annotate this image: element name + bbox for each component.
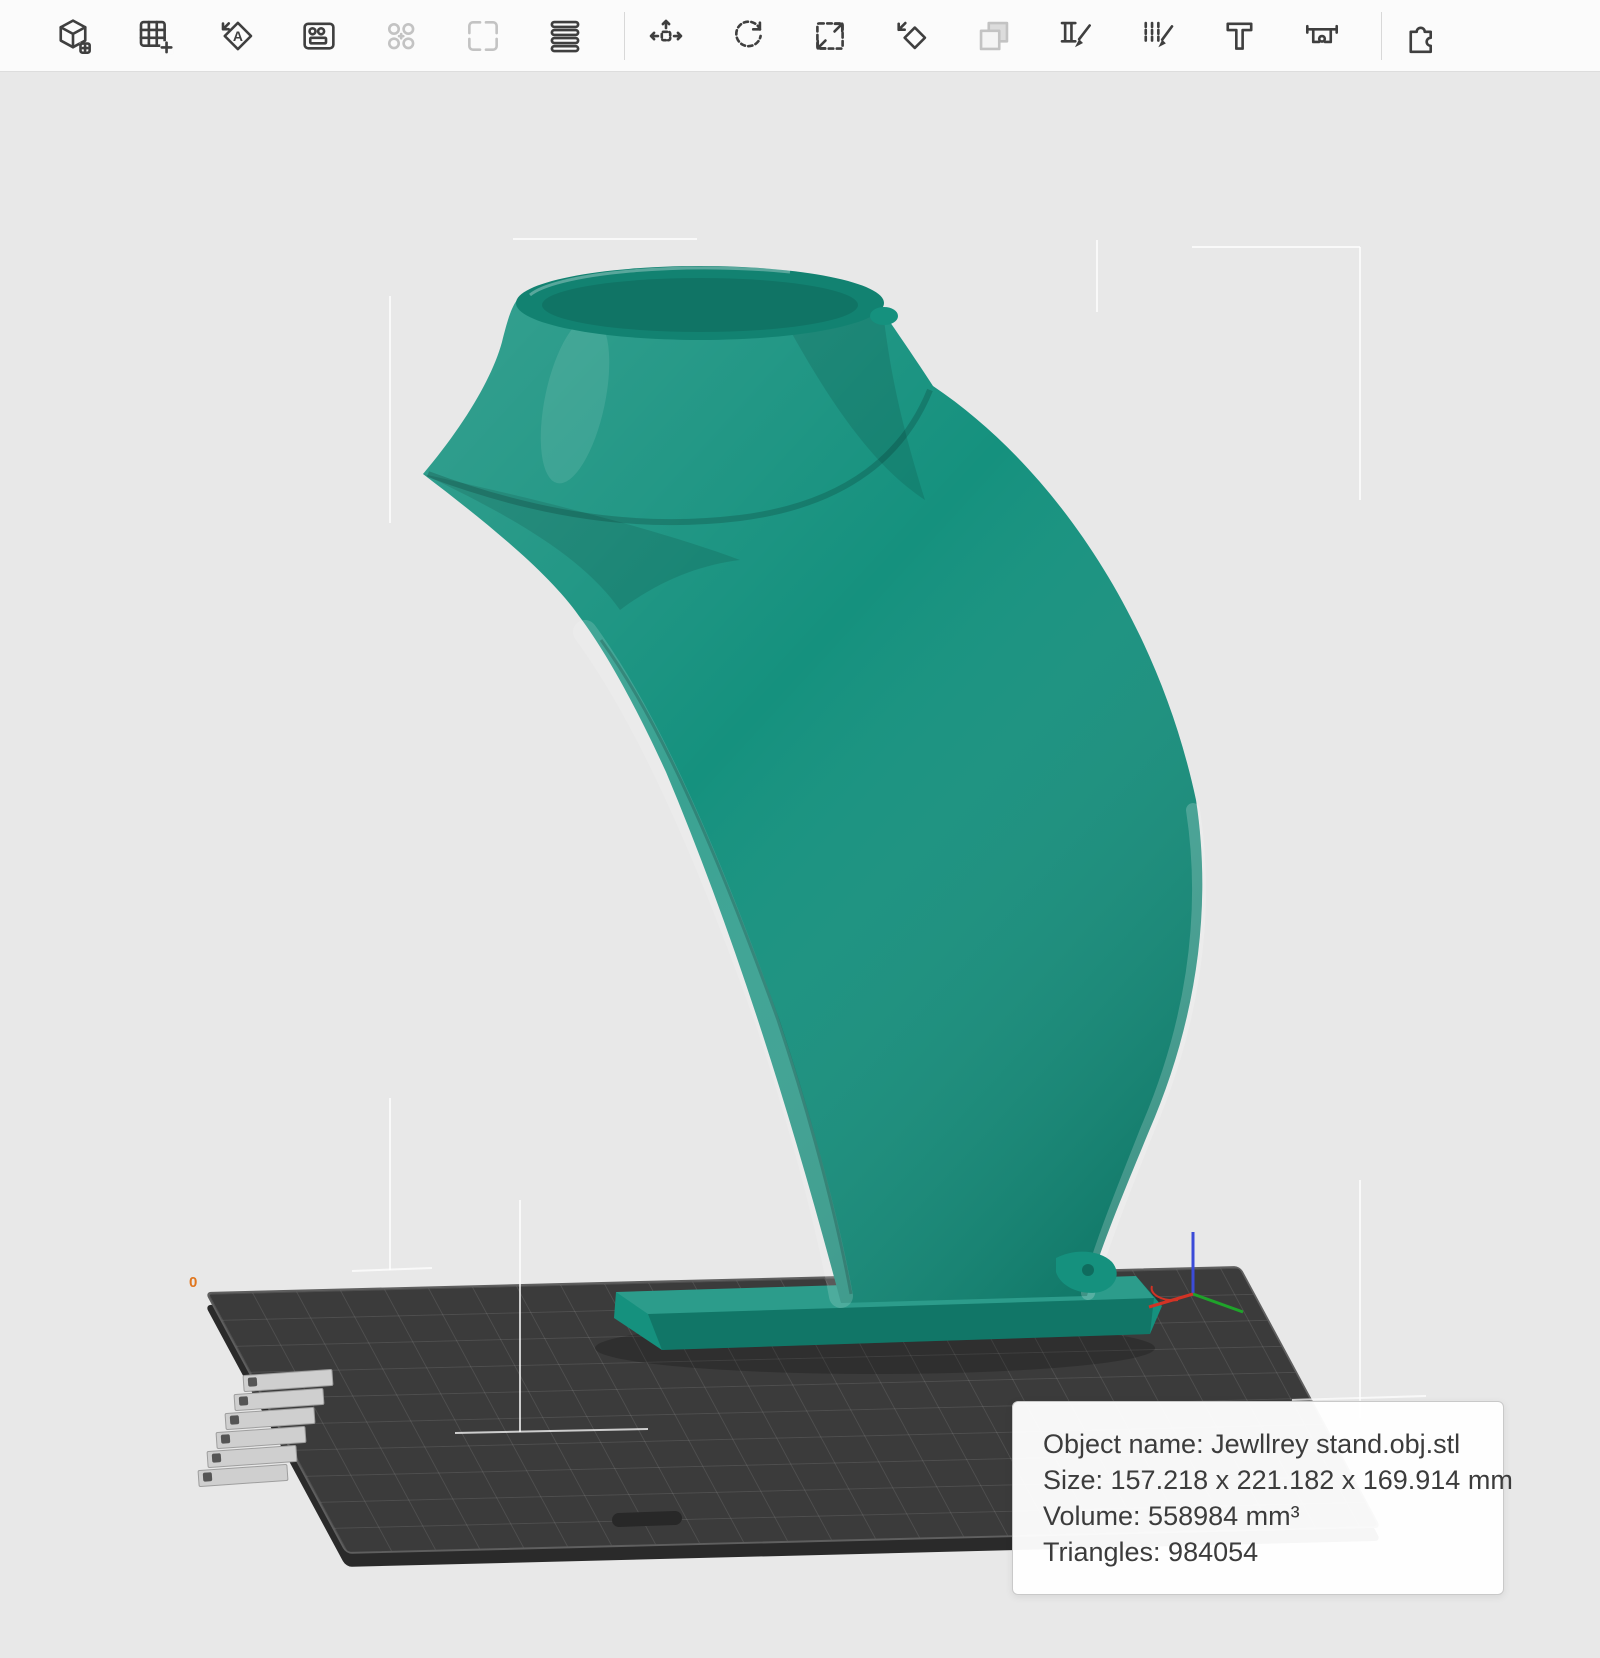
move-icon [649, 19, 683, 42]
layers-button[interactable] [542, 13, 588, 59]
split-button[interactable] [460, 13, 506, 59]
object-volume-line: Volume: 558984 mm³ [1043, 1501, 1300, 1531]
layout-button[interactable] [296, 13, 342, 59]
support-paint-icon [1144, 21, 1174, 47]
rotate-icon [734, 19, 762, 47]
plate-handle [611, 1510, 683, 1528]
split-icon [468, 20, 498, 51]
assembly-button[interactable] [1400, 13, 1446, 59]
layers-icon [550, 20, 580, 52]
plate-marker-glyph [211, 1453, 222, 1463]
plate-marker-glyph [238, 1396, 249, 1406]
plate-marker-glyph [220, 1434, 231, 1444]
add-object-button[interactable] [50, 13, 96, 59]
auto-orient-icon: A [221, 21, 253, 50]
clone-icon [387, 22, 415, 49]
toolbar: A [0, 0, 1600, 72]
color-paint-button[interactable] [1053, 13, 1099, 59]
measure-button[interactable] [1299, 13, 1345, 59]
arrange-grid-icon [139, 20, 174, 54]
object-name-line: Object name: Jewllrey stand.obj.stl [1043, 1429, 1461, 1459]
plate-marker-glyph [229, 1415, 240, 1425]
scale-button[interactable] [807, 13, 853, 59]
seam-icon [1226, 21, 1253, 50]
plate-origin-label: 0 [189, 1274, 198, 1291]
toolbar-separator [624, 11, 625, 60]
clone-button[interactable] [378, 13, 424, 59]
support-paint-button[interactable] [1135, 13, 1181, 59]
plate-marker-glyph [247, 1377, 258, 1387]
paint-brush-icon [1060, 21, 1091, 47]
svg-text:A: A [233, 27, 243, 43]
mirror-icon [897, 21, 927, 49]
object-info-panel: Object name: Jewllrey stand.obj.stl Size… [1012, 1401, 1513, 1595]
object-triangles-line: Triangles: 984054 [1043, 1537, 1259, 1567]
object-size-line: Size: 157.218 x 221.182 x 169.914 mm [1043, 1465, 1513, 1495]
measure-caliper-icon [1305, 24, 1339, 43]
rotate-button[interactable] [725, 13, 771, 59]
move-button[interactable] [643, 13, 689, 59]
plate-marker-glyph [202, 1472, 213, 1482]
layout-icon [303, 21, 335, 50]
variable-layer-height-button[interactable] [971, 13, 1017, 59]
add-cube-icon [59, 18, 91, 54]
variable-layer-height-icon [979, 21, 1009, 50]
mirror-button[interactable] [889, 13, 935, 59]
auto-orient-button[interactable]: A [214, 13, 260, 59]
seam-button[interactable] [1217, 13, 1263, 59]
arrange-button[interactable] [132, 13, 178, 59]
puzzle-icon [1409, 25, 1433, 53]
scale-icon [816, 21, 844, 50]
toolbar-separator [1381, 11, 1382, 60]
